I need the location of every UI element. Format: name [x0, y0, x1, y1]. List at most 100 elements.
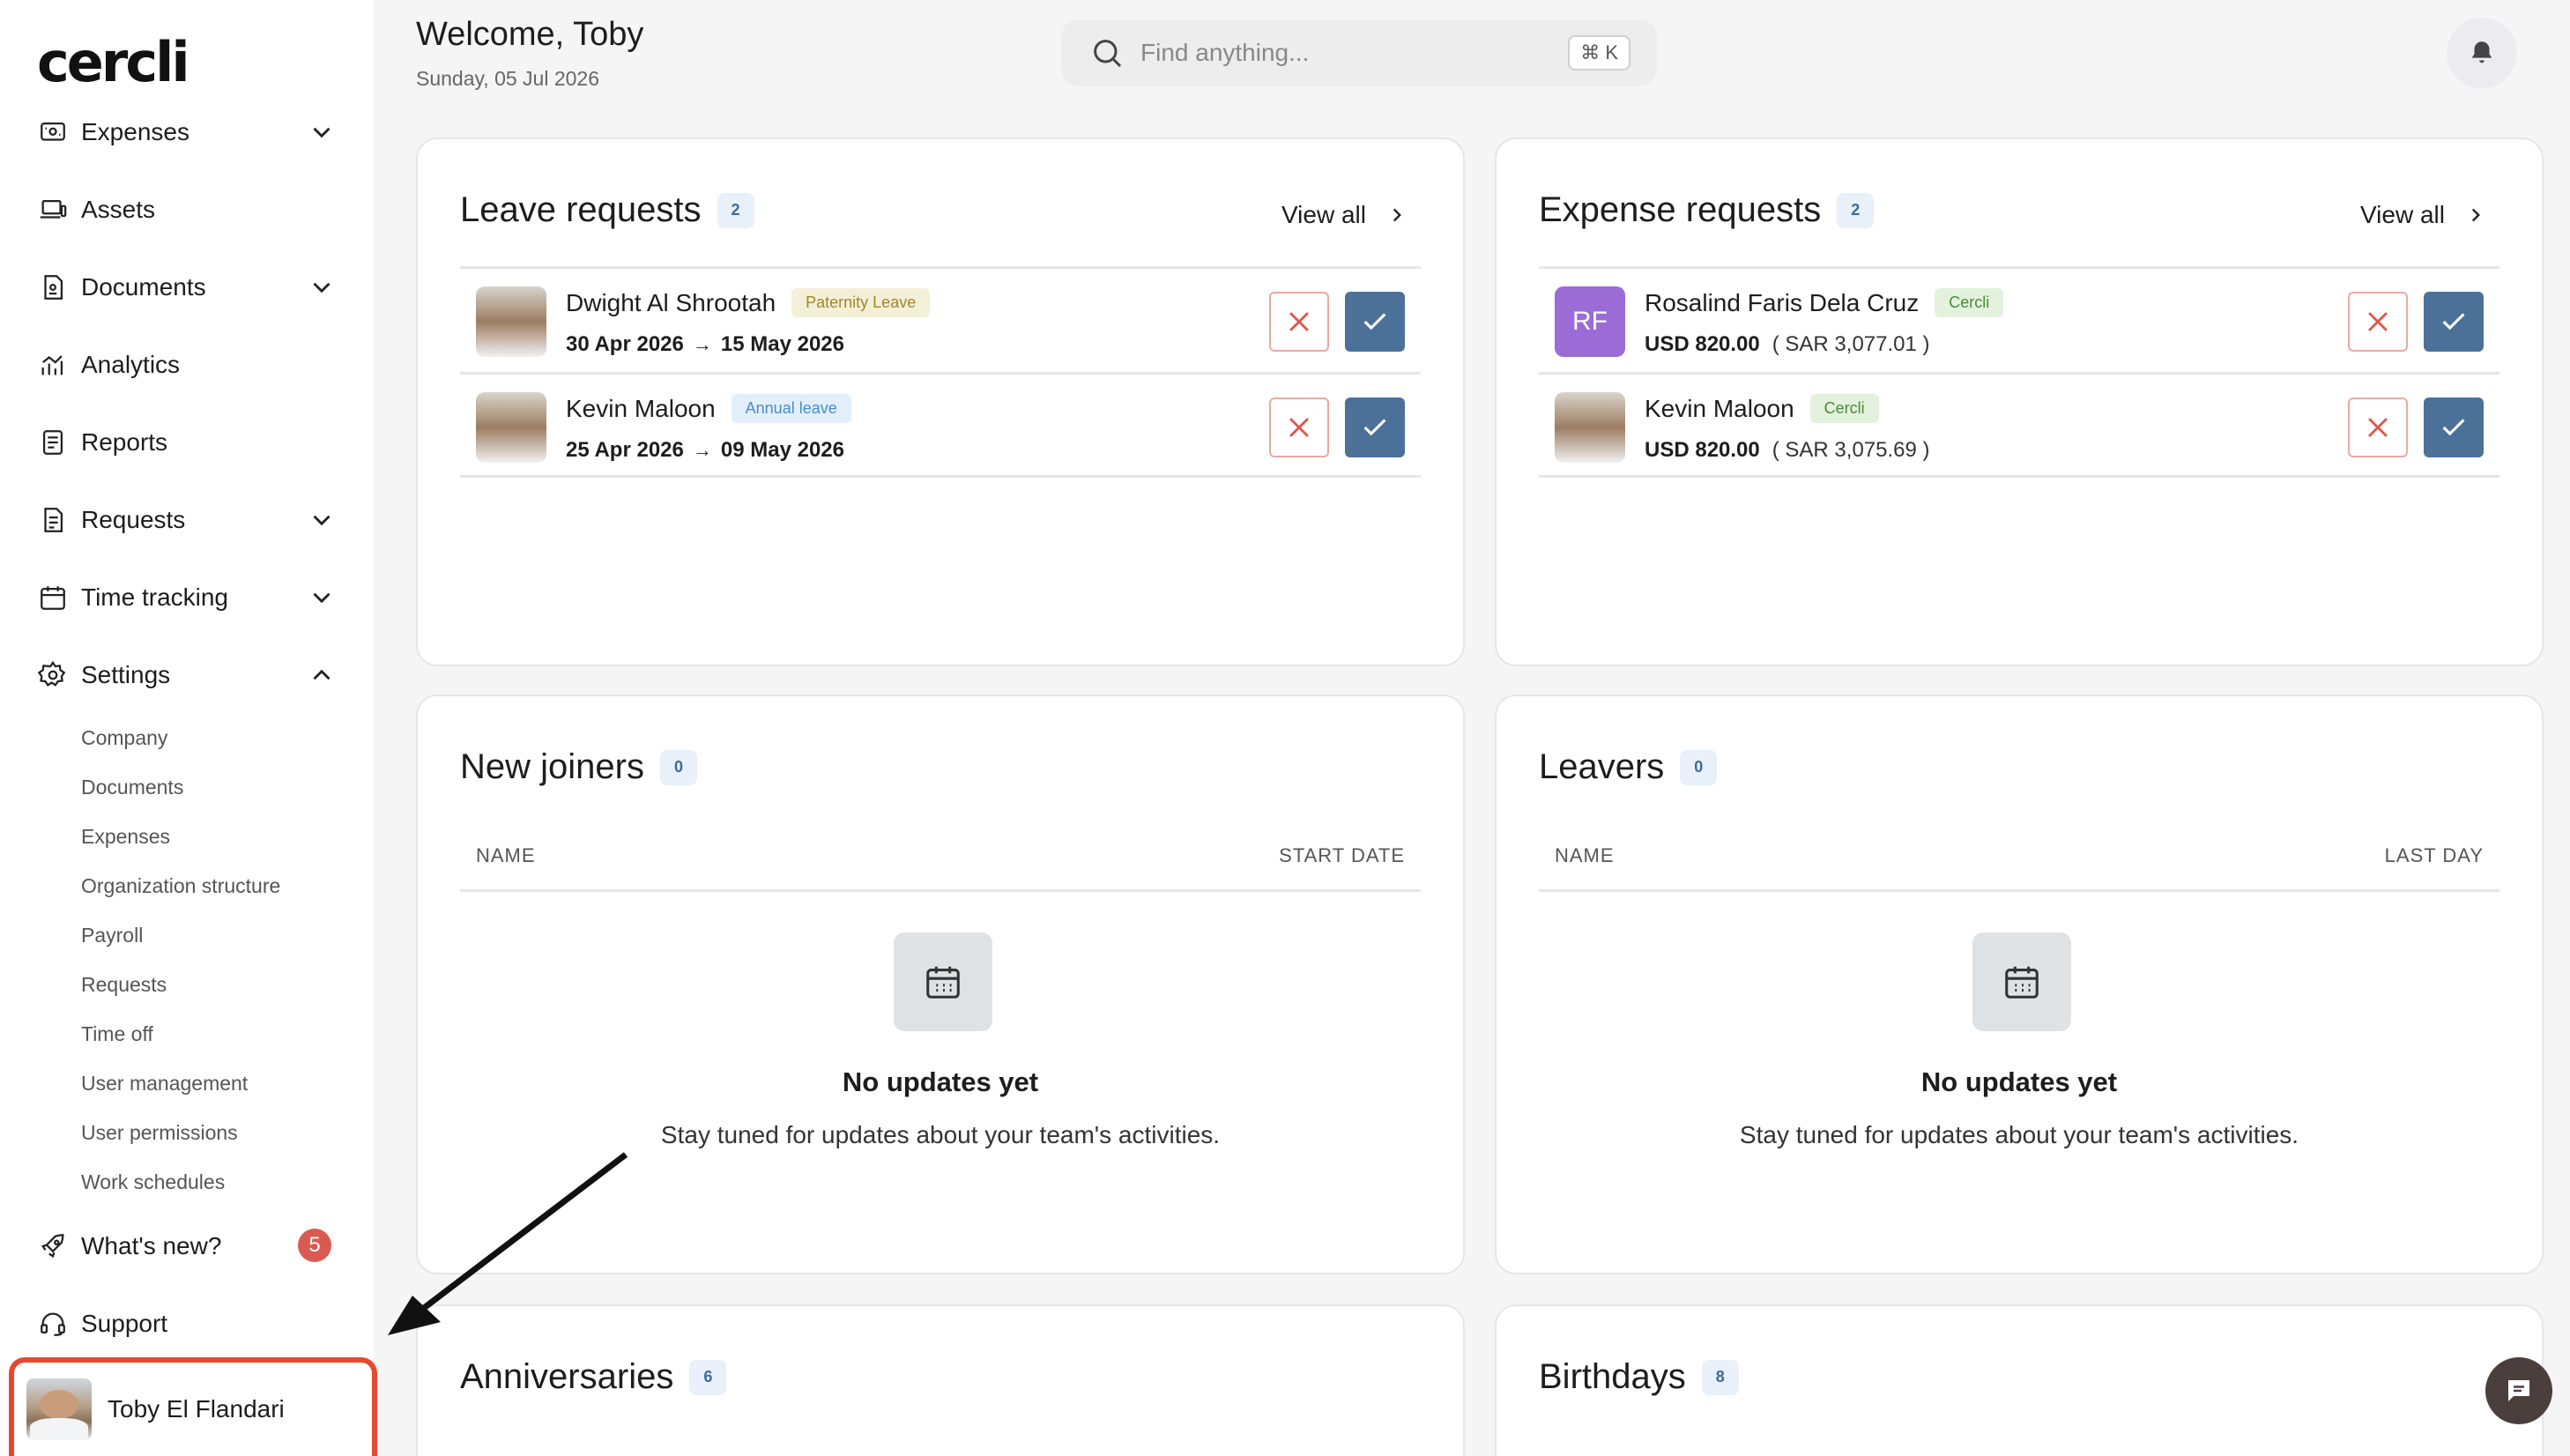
card-title-text: Expense requests [1539, 190, 1822, 229]
sidebar-item-whats-new[interactable]: What's new? [37, 1220, 337, 1273]
chevron-down-icon[interactable] [307, 272, 337, 302]
card-title: New joiners 0 [460, 747, 697, 787]
sidebar-item-analytics[interactable]: Analytics [37, 338, 337, 391]
expense-request-row[interactable]: Kevin Maloon Cercli USD 820.00 ( SAR 3,0… [1539, 372, 2499, 478]
request-name: Dwight Al Shrootah Paternity Leave [566, 288, 931, 317]
whats-new-badge: 5 [298, 1229, 331, 1262]
settings-sub-documents[interactable]: Documents [81, 776, 183, 799]
requests-icon [37, 504, 69, 536]
settings-sub-user-permissions[interactable]: User permissions [81, 1121, 238, 1145]
notifications-button[interactable] [2447, 18, 2517, 88]
settings-sub-time-off[interactable]: Time off [81, 1022, 153, 1046]
sidebar-item-label: Assets [81, 196, 156, 223]
person-name: Kevin Maloon [566, 394, 716, 422]
laptop-icon [37, 194, 69, 226]
sidebar-item-reports[interactable]: Reports [37, 416, 337, 469]
empty-state-icon [894, 932, 992, 1031]
shortcut-hint: ⌘ K [1568, 35, 1630, 71]
close-icon [2368, 312, 2388, 331]
expense-request-row[interactable]: RF Rosalind Faris Dela Cruz Cercli USD 8… [1539, 266, 2499, 372]
reject-button[interactable] [2348, 292, 2408, 352]
card-title: Leavers 0 [1539, 747, 1718, 787]
chevron-down-icon[interactable] [307, 505, 337, 535]
document-icon [37, 271, 69, 303]
sidebar-item-support[interactable]: Support [37, 1297, 337, 1350]
sidebar-item-label: Time tracking [81, 583, 229, 611]
sidebar-item-settings[interactable]: Settings [37, 649, 337, 702]
chevron-down-icon[interactable] [307, 583, 337, 613]
settings-sub-user-management[interactable]: User management [81, 1072, 248, 1096]
empty-state-title: No updates yet [842, 1066, 1039, 1097]
converted-amount: ( SAR 3,075.69 ) [1772, 438, 1930, 462]
reject-button[interactable] [2348, 397, 2408, 457]
settings-sub-expenses[interactable]: Expenses [81, 825, 170, 849]
chevron-right-icon [1393, 208, 1401, 222]
chevron-down-icon[interactable] [307, 117, 337, 147]
view-all-leave-link[interactable]: View all [1281, 201, 1408, 229]
reject-button[interactable] [1269, 292, 1329, 352]
page-title: Welcome, Toby [416, 16, 644, 53]
leave-requests-card: Leave requests 2 View all Dwight Al Shro… [416, 137, 1465, 666]
leave-dates: 30 Apr 2026 → 15 May 2026 [566, 332, 844, 357]
card-title: Birthdays 8 [1539, 1357, 1739, 1397]
chevron-right-icon [2471, 208, 2480, 222]
request-name: Kevin Maloon Cercli [1645, 394, 1879, 423]
check-icon [1363, 313, 1386, 331]
avatar: RF [1555, 286, 1625, 357]
leave-type-tag: Paternity Leave [791, 288, 931, 317]
check-icon [1363, 419, 1386, 436]
current-date: Sunday, 05 Jul 2026 [416, 67, 600, 90]
chat-button[interactable] [2485, 1357, 2552, 1424]
settings-sub-payroll[interactable]: Payroll [81, 924, 143, 947]
expense-amount: USD 820.00 ( SAR 3,075.69 ) [1645, 438, 1930, 463]
leave-request-row[interactable]: Kevin Maloon Annual leave 25 Apr 2026 → … [460, 372, 1421, 478]
amount: USD 820.00 [1645, 332, 1760, 356]
bell-icon [2471, 41, 2492, 63]
view-all-label: View all [2360, 201, 2445, 228]
approve-button[interactable] [2424, 292, 2484, 352]
column-header-name: NAME [476, 844, 536, 866]
start-date: 30 Apr 2026 [566, 332, 684, 356]
count-badge: 0 [659, 749, 697, 785]
leave-type-tag: Annual leave [731, 394, 851, 423]
company-tag: Cercli [1935, 288, 2004, 317]
count-badge: 6 [689, 1359, 727, 1395]
column-header-start-date: START DATE [1279, 844, 1405, 866]
settings-sub-company[interactable]: Company [81, 726, 167, 750]
sidebar-item-label: Expenses [81, 118, 189, 145]
app-logo[interactable]: cercli [37, 30, 190, 94]
settings-sub-work-schedules[interactable]: Work schedules [81, 1170, 225, 1194]
reject-button[interactable] [1269, 397, 1329, 457]
sidebar-item-requests[interactable]: Requests [37, 494, 337, 546]
leave-request-row[interactable]: Dwight Al Shrootah Paternity Leave 30 Ap… [460, 266, 1421, 372]
person-name: Dwight Al Shrootah [566, 288, 776, 316]
view-all-expense-link[interactable]: View all [2360, 201, 2487, 229]
approve-button[interactable] [1345, 397, 1405, 457]
sidebar-item-time-tracking[interactable]: Time tracking [37, 571, 337, 624]
card-title-text: Leave requests [460, 190, 702, 229]
request-name: Kevin Maloon Annual leave [566, 394, 851, 423]
card-title: Leave requests 2 [460, 190, 754, 230]
close-icon [2368, 418, 2388, 437]
user-name: Toby El Flandari [108, 1395, 285, 1423]
user-profile[interactable]: Toby El Flandari [9, 1357, 377, 1456]
count-badge: 0 [1680, 749, 1718, 785]
sidebar-item-label: Reports [81, 428, 168, 456]
approve-button[interactable] [2424, 397, 2484, 457]
sidebar-item-expenses[interactable]: Expenses [37, 106, 337, 159]
chevron-up-icon[interactable] [307, 660, 337, 690]
request-name: Rosalind Faris Dela Cruz Cercli [1645, 288, 2004, 317]
sidebar-item-assets[interactable]: Assets [37, 183, 337, 236]
settings-sub-organization-structure[interactable]: Organization structure [81, 874, 280, 898]
sidebar-item-documents[interactable]: Documents [37, 261, 337, 314]
approve-button[interactable] [1345, 292, 1405, 352]
sidebar-item-label: Settings [81, 661, 171, 688]
search-bar[interactable]: ⌘ K [1061, 19, 1657, 86]
settings-sub-requests[interactable]: Requests [81, 973, 167, 997]
person-name: Kevin Maloon [1645, 394, 1794, 422]
count-badge: 8 [1701, 1359, 1739, 1395]
arrow-right-icon: → [692, 333, 712, 355]
avatar [476, 392, 546, 463]
person-name: Rosalind Faris Dela Cruz [1645, 288, 1920, 316]
search-input[interactable] [1140, 39, 1537, 67]
